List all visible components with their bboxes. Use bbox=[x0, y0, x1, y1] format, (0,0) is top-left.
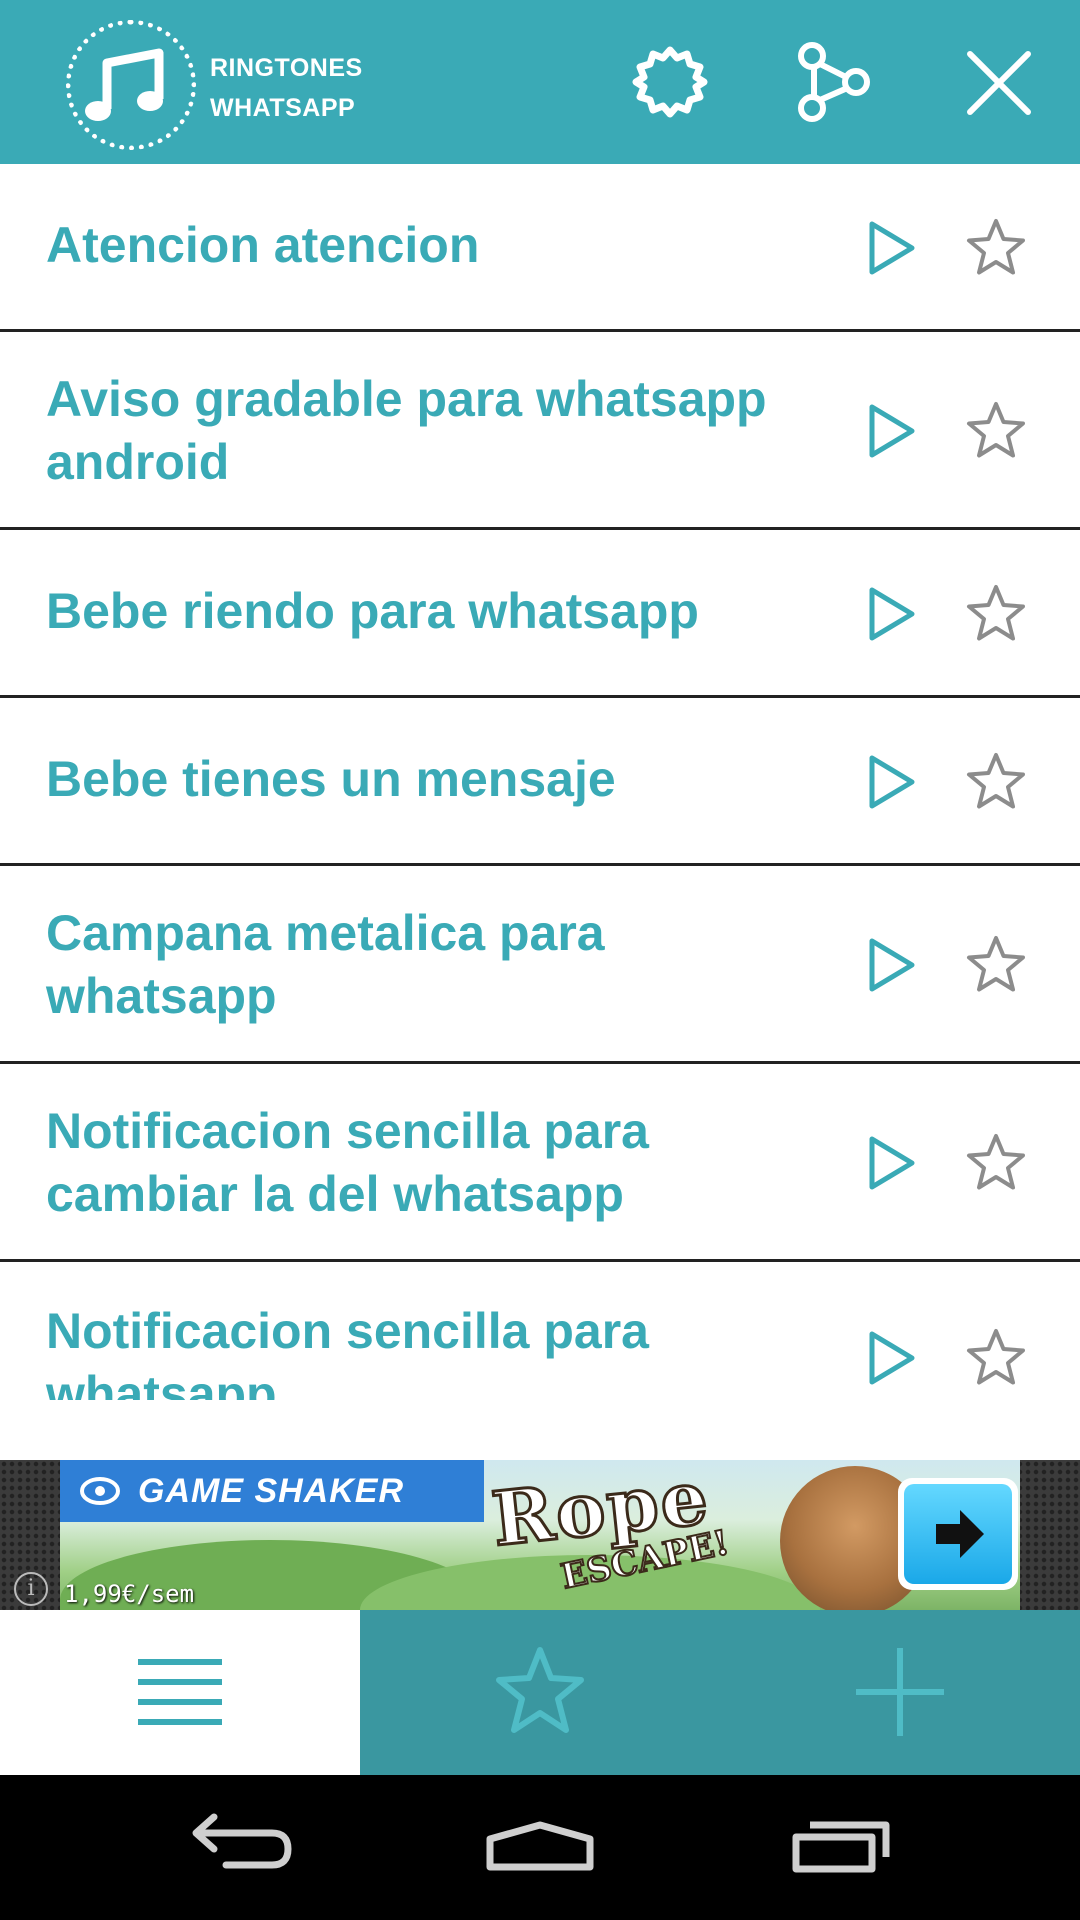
ringtone-title: Atencion atencion bbox=[46, 217, 480, 273]
star-outline-icon bbox=[967, 1134, 1025, 1190]
ringtone-title: Notificacion sencilla para cambiar la de… bbox=[46, 1103, 649, 1222]
ringtone-row[interactable]: Atencion atencion bbox=[0, 164, 1080, 332]
play-button[interactable] bbox=[860, 1326, 924, 1390]
star-outline-icon bbox=[967, 753, 1025, 809]
play-icon bbox=[869, 404, 915, 458]
app-header: RINGTONES WHATSAPP bbox=[0, 0, 1080, 164]
recent-apps-button[interactable] bbox=[782, 1797, 902, 1897]
play-button[interactable] bbox=[860, 933, 924, 997]
ad-brand: GAME SHAKER bbox=[60, 1460, 484, 1522]
share-icon bbox=[798, 42, 870, 122]
ringtone-row[interactable]: Notificacion sencilla para cambiar la de… bbox=[0, 1064, 1080, 1262]
ringtone-title: Bebe riendo para whatsapp bbox=[46, 583, 699, 639]
arrow-right-icon bbox=[936, 1510, 984, 1558]
system-navigation-bar bbox=[0, 1775, 1080, 1920]
back-button[interactable] bbox=[180, 1797, 300, 1897]
ringtone-list[interactable]: Atencion atencion Aviso gradable para wh… bbox=[0, 164, 1080, 1400]
play-button[interactable] bbox=[860, 582, 924, 646]
ringtone-row[interactable]: Notificacion sencilla para whatsapp bbox=[0, 1262, 1080, 1400]
play-button[interactable] bbox=[860, 1131, 924, 1195]
share-button[interactable] bbox=[790, 40, 874, 124]
favorite-button[interactable] bbox=[964, 1131, 1028, 1195]
tab-favorites[interactable] bbox=[360, 1610, 720, 1775]
ad-creative[interactable]: GAME SHAKER Rope ESCAPE! bbox=[60, 1460, 1020, 1610]
star-outline-icon bbox=[967, 936, 1025, 992]
favorite-button[interactable] bbox=[964, 933, 1028, 997]
ringtone-title: Notificacion sencilla para whatsapp bbox=[46, 1303, 649, 1400]
ringtone-row[interactable]: Campana metalica para whatsapp bbox=[0, 866, 1080, 1064]
ad-price: 1,99€/sem bbox=[64, 1580, 195, 1608]
gear-icon bbox=[632, 46, 708, 118]
home-button[interactable] bbox=[480, 1797, 600, 1897]
play-icon bbox=[869, 1331, 915, 1385]
app-logo bbox=[66, 20, 196, 150]
star-icon bbox=[496, 1647, 584, 1733]
play-icon bbox=[869, 755, 915, 809]
ad-info-icon[interactable]: i bbox=[14, 1572, 48, 1606]
app-name: RINGTONES WHATSAPP bbox=[210, 48, 363, 128]
bottom-tab-bar bbox=[0, 1610, 1080, 1775]
app-name-line1: RINGTONES bbox=[210, 54, 363, 82]
close-button[interactable] bbox=[956, 40, 1040, 124]
ringtone-row[interactable]: Bebe tienes un mensaje bbox=[0, 698, 1080, 866]
recent-apps-icon bbox=[792, 1821, 890, 1873]
play-button[interactable] bbox=[860, 750, 924, 814]
tab-list[interactable] bbox=[0, 1610, 360, 1775]
favorite-button[interactable] bbox=[964, 399, 1028, 463]
ad-brand-text: GAME SHAKER bbox=[138, 1472, 405, 1510]
star-outline-icon bbox=[967, 219, 1025, 275]
favorite-button[interactable] bbox=[964, 750, 1028, 814]
ad-banner[interactable]: GAME SHAKER Rope ESCAPE! 1,99€/sem i bbox=[0, 1460, 1080, 1610]
gamepad-icon bbox=[80, 1477, 120, 1505]
music-note-icon bbox=[85, 48, 164, 121]
ringtone-title: Campana metalica para whatsapp bbox=[46, 905, 605, 1024]
star-outline-icon bbox=[967, 1329, 1025, 1385]
ringtone-title: Bebe tienes un mensaje bbox=[46, 751, 616, 807]
ad-arrow-button[interactable] bbox=[898, 1478, 1018, 1590]
home-icon bbox=[486, 1821, 594, 1871]
tab-add[interactable] bbox=[720, 1610, 1080, 1775]
back-icon bbox=[192, 1813, 292, 1869]
favorite-button[interactable] bbox=[964, 1326, 1028, 1390]
play-icon bbox=[869, 587, 915, 641]
play-icon bbox=[869, 938, 915, 992]
close-icon bbox=[967, 51, 1031, 115]
play-button[interactable] bbox=[860, 399, 924, 463]
favorite-button[interactable] bbox=[964, 582, 1028, 646]
menu-icon bbox=[138, 1659, 222, 1725]
play-button[interactable] bbox=[860, 216, 924, 280]
app-name-line2: WHATSAPP bbox=[210, 94, 356, 122]
favorite-button[interactable] bbox=[964, 216, 1028, 280]
plus-icon bbox=[856, 1648, 944, 1736]
ringtone-title: Aviso gradable para whatsapp android bbox=[46, 371, 767, 490]
settings-button[interactable] bbox=[628, 40, 712, 124]
play-icon bbox=[869, 1136, 915, 1190]
ringtone-row[interactable]: Bebe riendo para whatsapp bbox=[0, 530, 1080, 698]
play-icon bbox=[869, 221, 915, 275]
star-outline-icon bbox=[967, 585, 1025, 641]
ringtone-row[interactable]: Aviso gradable para whatsapp android bbox=[0, 332, 1080, 530]
star-outline-icon bbox=[967, 402, 1025, 458]
